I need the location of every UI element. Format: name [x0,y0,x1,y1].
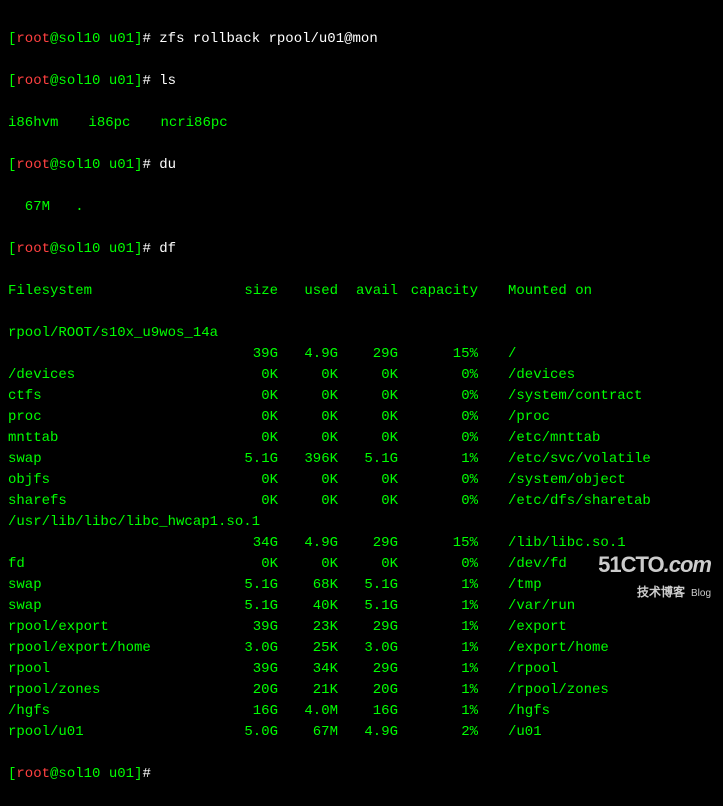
df-row: 39G4.9G29G15%/ [8,344,715,365]
terminal-output[interactable]: [root@sol10 u01]# zfs rollback rpool/u01… [8,8,715,806]
prompt-line: [root@sol10 u01]# df [8,239,715,260]
df-row: rpool/u015.0G67M4.9G2%/u01 [8,722,715,743]
prompt-line: [root@sol10 u01]# zfs rollback rpool/u01… [8,29,715,50]
command-text: df [159,241,176,257]
du-output: 67M . [8,197,715,218]
df-row: rpool39G34K29G1%/rpool [8,659,715,680]
prompt-line: [root@sol10 u01]# [8,764,715,785]
ls-output: i86hvmi86pcncri86pc [8,113,715,134]
command-text: ls [159,73,176,89]
df-row-wrap: /usr/lib/libc/libc_hwcap1.so.1 [8,512,715,533]
df-row: rpool/export/home3.0G25K3.0G1%/export/ho… [8,638,715,659]
prompt-line: [root@sol10 u01]# du [8,155,715,176]
df-row: rpool/export39G23K29G1%/export [8,617,715,638]
df-row: proc0K0K0K0%/proc [8,407,715,428]
prompt-line: [root@sol10 u01]# ls [8,71,715,92]
df-row: /devices0K0K0K0%/devices [8,365,715,386]
command-text: du [159,157,176,173]
df-row-wrap: rpool/ROOT/s10x_u9wos_14a [8,323,715,344]
df-row: sharefs0K0K0K0%/etc/dfs/sharetab [8,491,715,512]
df-header: FilesystemsizeusedavailcapacityMounted o… [8,281,715,302]
command-text: zfs rollback rpool/u01@mon [159,31,377,47]
df-row: /hgfs16G4.0M16G1%/hgfs [8,701,715,722]
watermark: 51CTO.com 技术博客Blog [598,548,711,602]
df-row: mnttab0K0K0K0%/etc/mnttab [8,428,715,449]
df-row: objfs0K0K0K0%/system/object [8,470,715,491]
df-row: rpool/zones20G21K20G1%/rpool/zones [8,680,715,701]
cursor[interactable] [159,766,167,782]
df-row: swap5.1G396K5.1G1%/etc/svc/volatile [8,449,715,470]
df-row: ctfs0K0K0K0%/system/contract [8,386,715,407]
